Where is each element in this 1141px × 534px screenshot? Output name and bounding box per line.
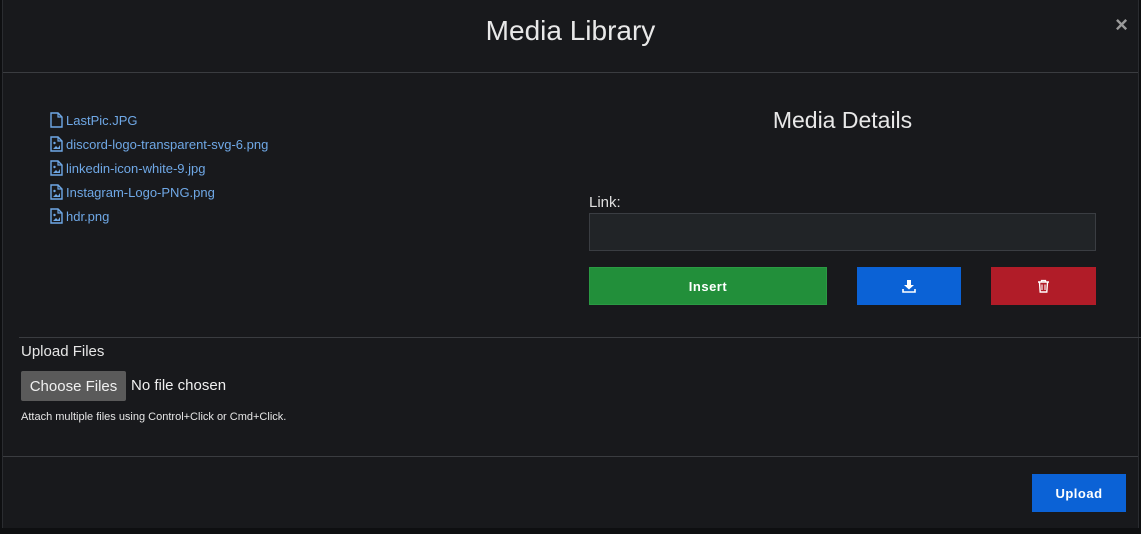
file-image-icon: [50, 160, 63, 176]
file-image-icon: [50, 184, 63, 200]
file-name: linkedin-icon-white-9.jpg: [66, 160, 206, 176]
trash-icon: [1037, 279, 1050, 293]
delete-button[interactable]: [991, 267, 1096, 305]
no-file-chosen-text: No file chosen: [131, 377, 227, 394]
close-icon[interactable]: ×: [1115, 14, 1128, 36]
file-item[interactable]: Instagram-Logo-PNG.png: [50, 180, 268, 204]
modal-header: Media Library ×: [3, 0, 1138, 73]
footer-divider: [3, 456, 1138, 457]
file-item[interactable]: discord-logo-transparent-svg-6.png: [50, 132, 268, 156]
upload-button[interactable]: Upload: [1032, 474, 1126, 512]
file-icon: [50, 112, 63, 128]
file-list: LastPic.JPG discord-logo-transparent-svg…: [50, 108, 268, 228]
choose-files-button[interactable]: Choose Files: [21, 371, 126, 401]
file-image-icon: [50, 136, 63, 152]
link-label: Link:: [589, 194, 621, 211]
file-name: LastPic.JPG: [66, 112, 138, 128]
download-button[interactable]: [857, 267, 961, 305]
section-divider: [19, 337, 1141, 338]
upload-files-label: Upload Files: [21, 343, 105, 360]
file-item[interactable]: linkedin-icon-white-9.jpg: [50, 156, 268, 180]
link-input[interactable]: [589, 213, 1096, 251]
file-item[interactable]: LastPic.JPG: [50, 108, 268, 132]
file-name: Instagram-Logo-PNG.png: [66, 184, 215, 200]
insert-button[interactable]: Insert: [589, 267, 827, 305]
download-icon: [902, 279, 916, 293]
file-name: discord-logo-transparent-svg-6.png: [66, 136, 269, 152]
upload-hint: Attach multiple files using Control+Clic…: [21, 411, 287, 423]
media-details-title: Media Details: [772, 107, 913, 133]
file-image-icon: [50, 208, 63, 224]
modal-title: Media Library: [485, 15, 656, 46]
file-item[interactable]: hdr.png: [50, 204, 268, 228]
file-name: hdr.png: [66, 208, 110, 224]
media-library-modal: Media Library × LastPic.JPG discord-logo…: [2, 0, 1141, 528]
